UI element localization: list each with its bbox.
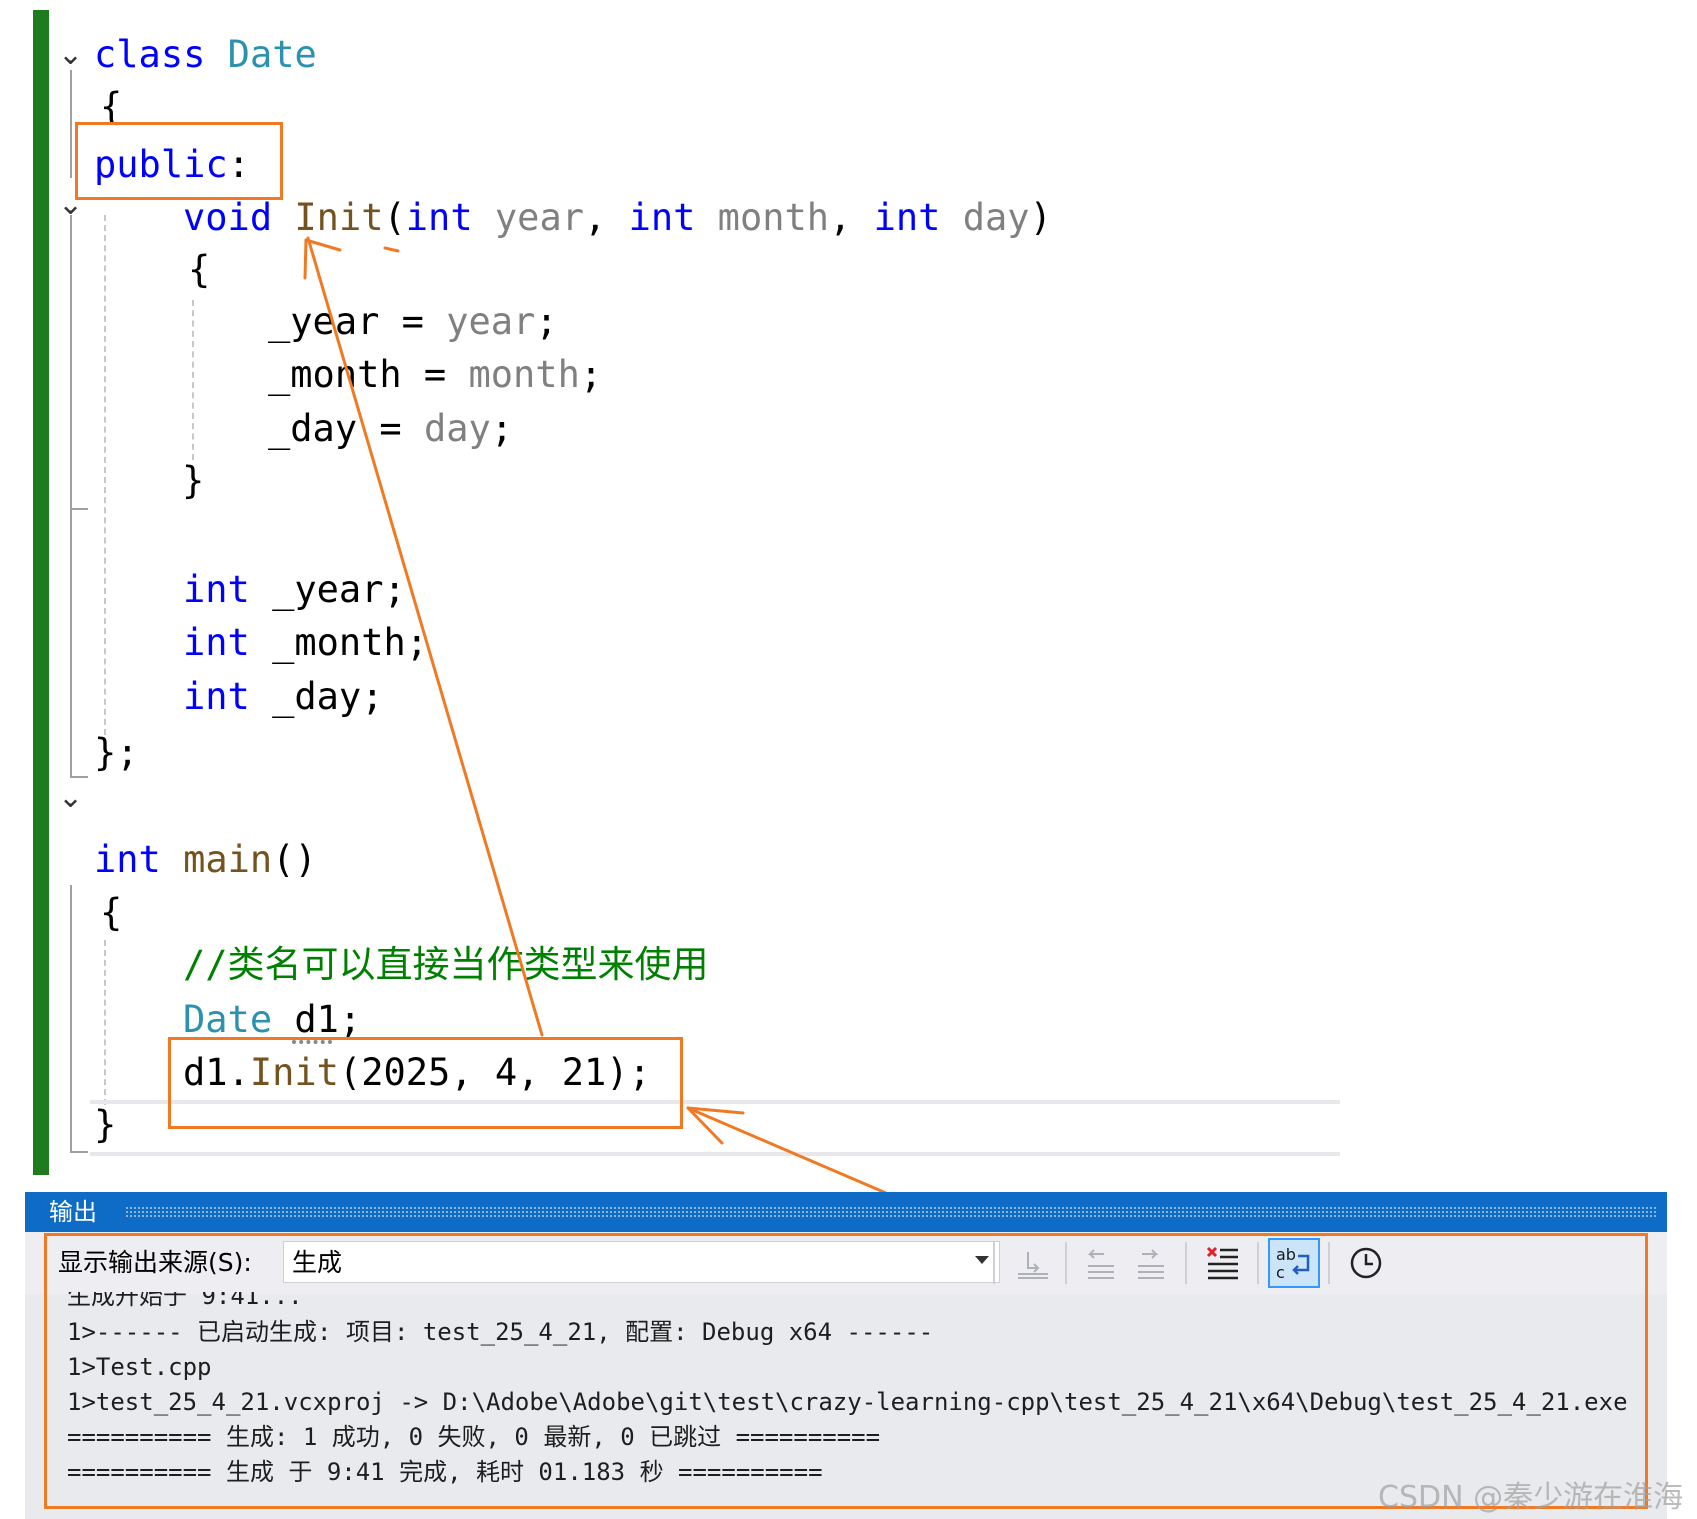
function-token: Init xyxy=(294,196,384,239)
output-title: 输出 xyxy=(49,1198,97,1226)
function-token: main xyxy=(183,838,273,881)
code-line[interactable]: int _month; xyxy=(183,618,428,668)
code-line[interactable]: int _year; xyxy=(183,565,406,615)
keyword-token: int xyxy=(628,196,696,239)
keyword-token: int xyxy=(183,621,250,664)
punct-token: ; xyxy=(535,300,558,343)
code-line[interactable]: _year = year; xyxy=(268,297,558,347)
code-line[interactable]: _day = day; xyxy=(268,404,513,454)
code-line[interactable]: }; xyxy=(94,728,139,778)
code-line[interactable]: { xyxy=(188,245,210,295)
field-token: _day xyxy=(272,675,362,718)
fold-chevron-icon[interactable]: ⌄ xyxy=(58,40,83,70)
brace-token: } xyxy=(94,1103,117,1146)
code-editor[interactable]: ⌄ ⌄ ⌄ class Date { public: void Init(int… xyxy=(0,0,1697,1180)
code-line[interactable]: _month = month; xyxy=(268,350,602,400)
punct-token: ; xyxy=(338,998,362,1041)
fold-chevron-icon[interactable]: ⌄ xyxy=(58,783,83,813)
keyword-token: class xyxy=(94,33,206,76)
brace-token: } xyxy=(182,459,205,502)
public-highlight-box xyxy=(75,122,283,200)
brace-token: { xyxy=(188,248,211,291)
scope-guide xyxy=(70,885,72,1153)
field-token: _month xyxy=(268,353,402,396)
scope-guide xyxy=(70,70,72,178)
param-token: day xyxy=(962,196,1030,239)
type-token: Date xyxy=(183,998,273,1041)
output-highlight-box xyxy=(44,1233,1648,1509)
punct-token: , xyxy=(829,196,852,239)
param-token: year xyxy=(494,196,584,239)
punct-token: ) xyxy=(1029,196,1052,239)
watermark: CSDN @秦少游在淮海 xyxy=(1378,1480,1684,1515)
code-line[interactable]: int main() xyxy=(94,835,317,885)
param-token: month xyxy=(468,353,580,396)
param-token: month xyxy=(717,196,830,239)
indent-guide xyxy=(192,300,194,460)
code-line[interactable]: int _day; xyxy=(183,672,384,722)
keyword-token: int xyxy=(183,675,250,718)
punct-token: ; xyxy=(405,621,429,664)
code-line[interactable]: void Init(int year, int month, int day) xyxy=(183,193,1052,243)
param-token: year xyxy=(446,300,536,343)
change-tracking-bar xyxy=(33,10,49,1175)
field-token: _year xyxy=(272,568,384,611)
scope-guide xyxy=(70,776,88,778)
indent-guide xyxy=(104,940,106,1105)
title-drag-grip[interactable] xyxy=(125,1206,1657,1218)
punct-token: ; xyxy=(383,568,406,611)
keyword-token: int xyxy=(405,196,473,239)
punct-token: , xyxy=(584,196,607,239)
scope-guide xyxy=(70,508,88,510)
field-token: _year xyxy=(268,300,380,343)
code-line[interactable]: } xyxy=(94,1100,116,1150)
code-line[interactable]: { xyxy=(100,888,122,938)
punct-token: ; xyxy=(579,353,603,396)
field-token: _day xyxy=(268,407,358,450)
scope-guide xyxy=(70,215,72,510)
variable-token: d1 xyxy=(294,998,339,1041)
keyword-token: void xyxy=(183,196,273,239)
comment-token: //类名可以直接当作类型来使用 xyxy=(183,943,709,986)
param-token: day xyxy=(423,407,491,450)
punct-token: ( xyxy=(383,196,406,239)
code-line[interactable]: } xyxy=(182,456,204,506)
operator-token: = xyxy=(379,300,447,343)
keyword-token: int xyxy=(873,196,941,239)
type-token: Date xyxy=(227,33,317,76)
code-line[interactable]: //类名可以直接当作类型来使用 xyxy=(183,940,709,990)
field-token: _month xyxy=(272,621,406,664)
keyword-token: int xyxy=(183,568,250,611)
punct-token: ; xyxy=(361,675,384,718)
output-title-bar[interactable]: 输出 xyxy=(25,1192,1667,1232)
scope-guide xyxy=(70,510,72,778)
keyword-token: int xyxy=(94,838,161,881)
brace-token: { xyxy=(100,891,123,934)
brace-token: }; xyxy=(94,731,139,774)
operator-token: = xyxy=(401,353,469,396)
punct-token: () xyxy=(272,838,317,881)
punct-token: ; xyxy=(490,407,514,450)
call-highlight-box xyxy=(168,1037,683,1129)
code-line[interactable]: class Date xyxy=(94,30,317,80)
operator-token: = xyxy=(357,407,424,450)
indent-guide xyxy=(104,215,106,735)
scope-guide xyxy=(70,1151,88,1153)
